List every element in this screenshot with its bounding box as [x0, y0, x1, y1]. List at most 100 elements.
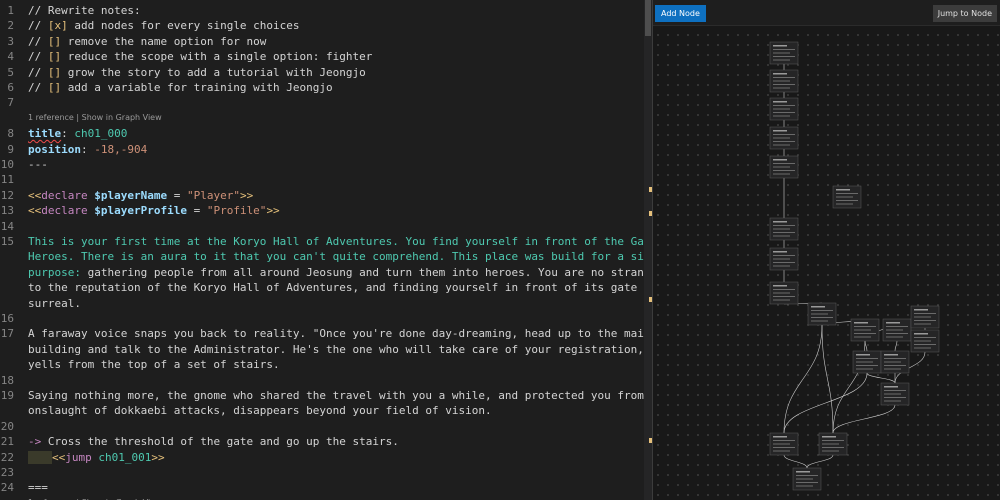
add-node-button[interactable]: Add Node — [655, 5, 706, 22]
editor-scrollbar-thumb[interactable] — [645, 0, 651, 36]
line-number: 9 — [7, 142, 14, 156]
graph-node[interactable] — [807, 302, 837, 326]
line-content: // [] reduce the scope with a single opt… — [28, 49, 372, 64]
line-content: to the reputation of the Koryo Hall of A… — [28, 280, 645, 295]
code-line[interactable]: building and talk to the Administrator. … — [0, 342, 645, 357]
graph-node[interactable] — [769, 97, 799, 121]
graph-node[interactable] — [880, 382, 910, 406]
line-number: 1 — [7, 4, 14, 17]
code-line[interactable]: 18 — [0, 373, 645, 388]
graph-node[interactable] — [769, 41, 799, 65]
line-content: position: -18,-904 — [28, 142, 147, 157]
code-line[interactable]: 12 <<declare $playerName = "Player">> — [0, 188, 645, 203]
graph-node[interactable] — [818, 432, 848, 456]
syntax-token: to the reputation of the Koryo Hall of A… — [28, 281, 645, 295]
graph-node[interactable] — [832, 185, 862, 209]
line-number: 6 — [7, 81, 14, 94]
code-line[interactable]: 8 title: ch01_000 — [0, 126, 645, 141]
code-line[interactable]: Heroes. There is an aura to it that you … — [0, 249, 645, 264]
code-line[interactable]: surreal. — [0, 296, 645, 311]
code-line[interactable]: 13 <<declare $playerProfile = "Profile">> — [0, 203, 645, 218]
code-line[interactable]: onslaught of dokkaebi attacks, disappear… — [0, 403, 645, 418]
code-line[interactable]: 20 — [0, 419, 645, 434]
code-line[interactable]: purpose: gathering people from all aroun… — [0, 265, 645, 280]
syntax-token: >> — [266, 204, 280, 218]
code-line[interactable]: 15 This is your first time at the Koryo H… — [0, 234, 645, 249]
line-number: 12 — [0, 188, 14, 202]
graph-node[interactable] — [769, 69, 799, 93]
code-line[interactable]: 19 Saying nothing more, the gnome who sha… — [0, 388, 645, 403]
code-line[interactable]: 1 // Rewrite notes: — [0, 3, 645, 18]
graph-edge — [821, 324, 834, 434]
syntax-token: ch01_001 — [98, 450, 152, 464]
code-line[interactable]: to the reputation of the Koryo Hall of A… — [0, 280, 645, 295]
syntax-token: declare — [41, 188, 95, 202]
code-line[interactable]: 11 — [0, 172, 645, 187]
code-editor[interactable]: 1 // Rewrite notes: 2 // [x] add nodes for … — [0, 0, 645, 500]
graph-node[interactable] — [769, 217, 799, 241]
syntax-token: // Rewrite notes: — [28, 4, 141, 17]
graph-node[interactable] — [910, 329, 940, 353]
graph-node[interactable] — [880, 350, 910, 374]
code-line[interactable]: 3 // [] remove the name option for now — [0, 34, 645, 49]
graph-node[interactable] — [882, 318, 912, 342]
graph-node[interactable] — [852, 350, 882, 374]
code-line[interactable]: 22 <<jump ch01_001>> — [0, 450, 645, 465]
graph-node[interactable] — [769, 155, 799, 179]
graph-edge — [894, 340, 898, 352]
code-line[interactable]: 17 A faraway voice snaps you back to real… — [0, 326, 645, 341]
jump-to-node-button[interactable]: Jump to Node — [932, 5, 997, 22]
line-number: 7 — [7, 96, 14, 110]
syntax-token: --- — [28, 158, 48, 171]
graph-toolbar: Add Node Jump to Node — [653, 0, 1000, 26]
code-line[interactable]: 5 // [] grow the story to add a tutorial … — [0, 65, 645, 80]
code-line[interactable]: 24 === — [0, 480, 645, 495]
syntax-token: : — [80, 142, 95, 156]
syntax-token: // — [28, 65, 48, 79]
node-graph[interactable] — [653, 0, 1000, 500]
graph-node[interactable] — [850, 318, 880, 342]
line-content: <<declare $playerName = "Player">> — [28, 188, 253, 203]
code-line[interactable]: 7 — [0, 95, 645, 110]
syntax-token: gathering people from all around Jeosung… — [87, 265, 645, 279]
syntax-token: yells from the top of a set of stairs. — [28, 358, 280, 372]
line-content: // [] grow the story to add a tutorial w… — [28, 65, 366, 80]
graph-node[interactable] — [769, 126, 799, 150]
code-line[interactable]: 14 — [0, 219, 645, 234]
line-content: === — [28, 480, 48, 495]
line-number: 18 — [0, 373, 14, 387]
code-line[interactable]: 23 — [0, 465, 645, 480]
line-number: 24 — [0, 481, 14, 495]
graph-node[interactable] — [910, 305, 940, 329]
code-line[interactable]: 6 // [] add a variable for training with … — [0, 80, 645, 95]
line-content: // Rewrite notes: — [28, 3, 141, 18]
syntax-token: $playerName — [94, 188, 168, 202]
line-content: building and talk to the Administrator. … — [28, 342, 645, 357]
graph-node[interactable] — [792, 467, 822, 491]
line-number: 2 — [7, 19, 14, 33]
code-line[interactable]: 2 // [x] add nodes for every single choic… — [0, 18, 645, 33]
syntax-token: [] — [47, 50, 62, 64]
code-line[interactable]: 21 -> Cross the threshold of the gate and… — [0, 434, 645, 449]
graph-node[interactable] — [769, 281, 799, 305]
graph-view[interactable]: Add Node Jump to Node — [653, 0, 1000, 500]
editor-scrollbar-track[interactable] — [644, 0, 652, 500]
line-number: 20 — [0, 419, 14, 433]
code-line[interactable]: yells from the top of a set of stairs. — [0, 357, 645, 372]
syntax-token: A faraway voice snaps you back to realit… — [28, 327, 645, 341]
syntax-token: === — [28, 481, 48, 495]
line-content: Saying nothing more, the gnome who share… — [28, 388, 645, 403]
line-content: title: ch01_000 — [28, 126, 127, 141]
line-content: // [] add a variable for training with J… — [28, 80, 333, 95]
code-line[interactable]: 10 --- — [0, 157, 645, 172]
code-line[interactable]: 9 position: -18,-904 — [0, 142, 645, 157]
codelens-reference[interactable]: 1 reference | Show in Graph View — [28, 112, 162, 124]
syntax-token: add a variable for training with Jeongjo — [61, 81, 333, 94]
syntax-token: jump — [65, 450, 99, 464]
code-line[interactable]: 4 // [] reduce the scope with a single op… — [0, 49, 645, 64]
line-content: purpose: gathering people from all aroun… — [28, 265, 645, 280]
code-line[interactable]: 16 — [0, 311, 645, 326]
graph-node[interactable] — [769, 432, 799, 456]
graph-node[interactable] — [769, 247, 799, 271]
syntax-token: "Player" — [186, 188, 240, 202]
